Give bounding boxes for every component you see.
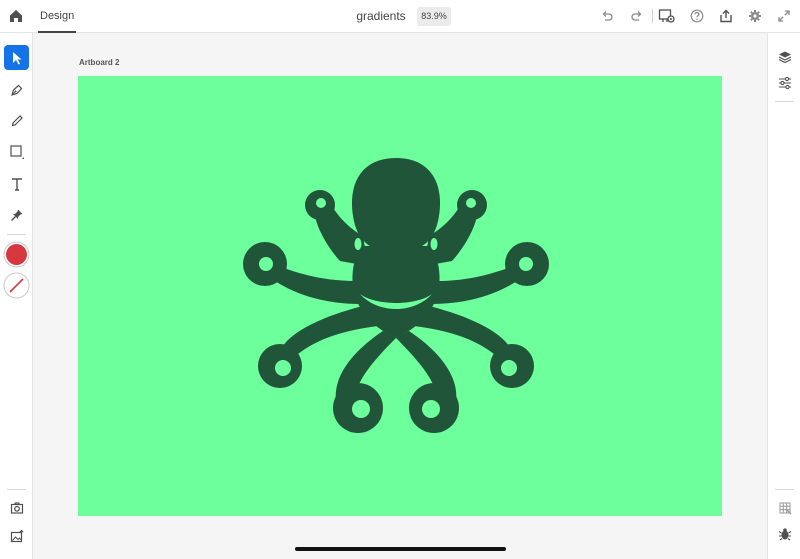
toolbar-divider (652, 9, 653, 23)
rectangle-icon (9, 144, 24, 159)
preview-icon (658, 9, 675, 23)
pencil-tool[interactable] (4, 108, 29, 133)
share-button[interactable] (716, 6, 736, 26)
settings-button[interactable] (745, 6, 765, 26)
grid-icon (779, 502, 792, 515)
redo-button[interactable] (627, 6, 647, 26)
help-button[interactable] (687, 6, 707, 26)
expand-icon (778, 10, 790, 22)
gear-icon (749, 10, 761, 22)
panel-rail (767, 33, 800, 559)
layers-button[interactable] (774, 46, 796, 68)
pencil-icon (11, 114, 23, 126)
text-tool[interactable] (4, 171, 29, 196)
rail-divider (7, 489, 26, 490)
artboard[interactable] (78, 76, 722, 516)
undo-button[interactable] (597, 6, 617, 26)
redo-icon (631, 11, 642, 21)
preview-button[interactable] (657, 6, 677, 26)
grid-button[interactable] (774, 497, 796, 519)
fullscreen-button[interactable] (774, 6, 794, 26)
place-image-tool[interactable] (4, 523, 29, 548)
select-icon (12, 51, 21, 64)
sliders-icon (779, 76, 791, 90)
zoom-level[interactable]: 83.9% (417, 7, 451, 26)
artboard-label[interactable]: Artboard 2 (79, 58, 119, 67)
app-window: Design gradients 83.9% Artboard 2 (0, 0, 800, 559)
stroke-color-swatch[interactable] (6, 275, 27, 296)
text-icon (11, 177, 22, 191)
camera-tool[interactable] (4, 495, 29, 520)
rail-divider (7, 234, 26, 235)
home-button[interactable] (6, 6, 26, 26)
rail-divider (775, 489, 794, 490)
pen-tool[interactable] (4, 77, 29, 102)
top-bar: Design gradients 83.9% (0, 0, 800, 33)
properties-button[interactable] (774, 72, 796, 94)
rail-divider (775, 101, 794, 102)
tool-rail (0, 33, 33, 559)
pin-tool[interactable] (4, 202, 29, 227)
tab-design[interactable]: Design (37, 0, 77, 33)
home-indicator (295, 547, 506, 551)
octopus-artwork[interactable] (78, 76, 722, 516)
document-title[interactable]: gradients (340, 0, 422, 33)
layers-icon (778, 51, 792, 64)
no-color-icon (9, 278, 24, 293)
share-icon (720, 9, 732, 23)
fill-color-swatch[interactable] (6, 244, 27, 265)
help-icon (690, 9, 704, 23)
home-icon (10, 10, 22, 22)
bug-icon (778, 528, 792, 541)
select-tool[interactable] (4, 45, 29, 70)
rectangle-tool[interactable] (4, 139, 29, 164)
pen-icon (10, 84, 22, 96)
undo-icon (602, 11, 613, 21)
plugins-button[interactable] (774, 523, 796, 545)
pin-icon (10, 209, 22, 221)
image-add-icon (10, 529, 23, 542)
camera-icon (10, 501, 23, 514)
